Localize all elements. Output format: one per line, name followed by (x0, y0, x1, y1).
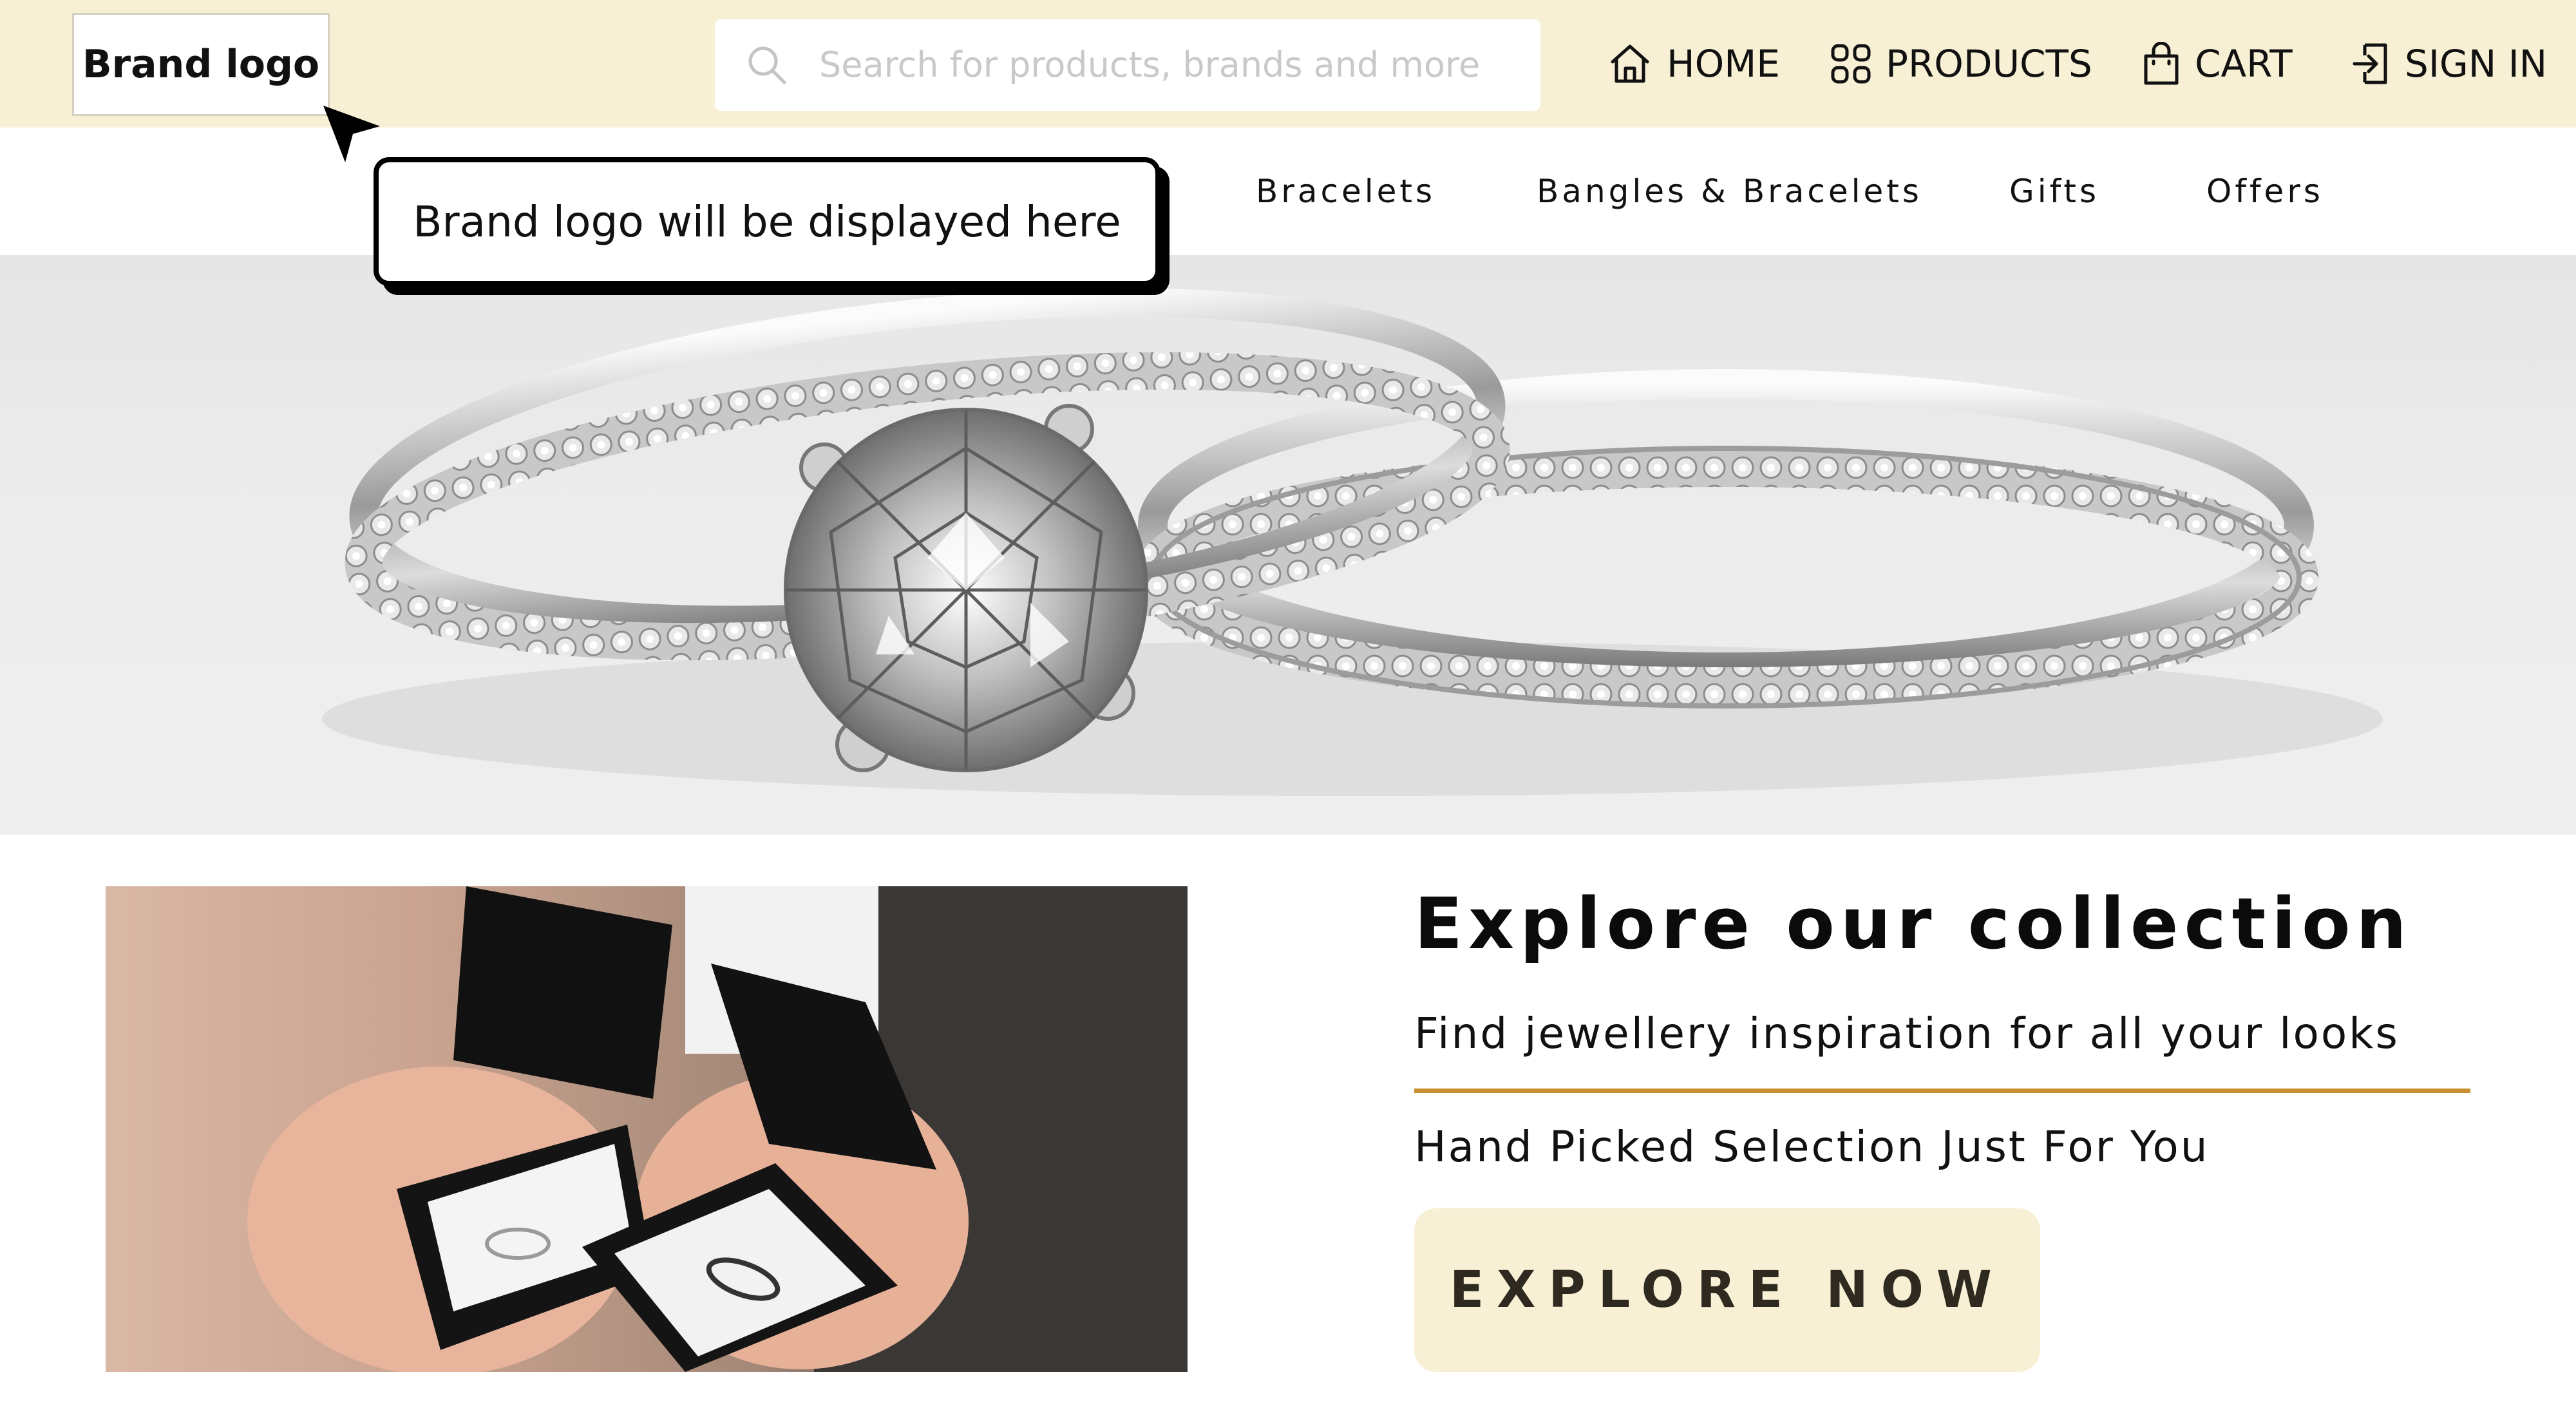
brand-logo-tooltip: Brand logo will be displayed here (374, 157, 1160, 286)
search-placeholder[interactable]: Search for products, brands and more (819, 19, 1480, 111)
promo-photo-ring-boxes (106, 886, 1188, 1372)
nav-sign-in[interactable]: SIGN IN (2351, 0, 2547, 128)
nav-cart-label: CART (2195, 42, 2293, 86)
search-icon (748, 46, 786, 84)
promo-title: Explore our collection (1414, 882, 2412, 965)
promo-tagline: Hand Picked Selection Just For You (1414, 1122, 2210, 1172)
brand-logo[interactable]: Brand logo (72, 13, 330, 116)
search-bar[interactable]: Search for products, brands and more (715, 19, 1540, 111)
nav-cart[interactable]: CART (2142, 0, 2293, 128)
nav-products-label: PRODUCTS (1886, 42, 2092, 86)
rings-illustration (322, 288, 2383, 796)
promo-divider (1414, 1089, 2470, 1093)
ring-boxes-illustration (247, 886, 1188, 1372)
nav-products[interactable]: PRODUCTS (1830, 0, 2092, 128)
category-offers[interactable]: Offers (2206, 128, 2324, 255)
sign-in-icon (2353, 43, 2387, 84)
promo-subtitle: Find jewellery inspiration for all your … (1414, 1009, 2400, 1058)
explore-now-button[interactable]: EXPLORE NOW (1414, 1208, 2040, 1372)
category-gifts[interactable]: Gifts (2009, 128, 2099, 255)
nav-home-label: HOME (1667, 42, 1780, 86)
nav-home[interactable]: HOME (1607, 0, 1780, 128)
cart-bag-icon (2144, 42, 2179, 85)
products-grid-icon (1831, 44, 1871, 84)
category-bangles-bracelets[interactable]: Bangles & Bracelets (1537, 128, 1922, 255)
home-icon (1611, 44, 1649, 83)
category-bracelets[interactable]: Bracelets (1256, 128, 1435, 255)
hero-banner-image (0, 255, 2576, 835)
pointer-cursor-icon (323, 106, 380, 162)
nav-sign-in-label: SIGN IN (2405, 42, 2548, 86)
